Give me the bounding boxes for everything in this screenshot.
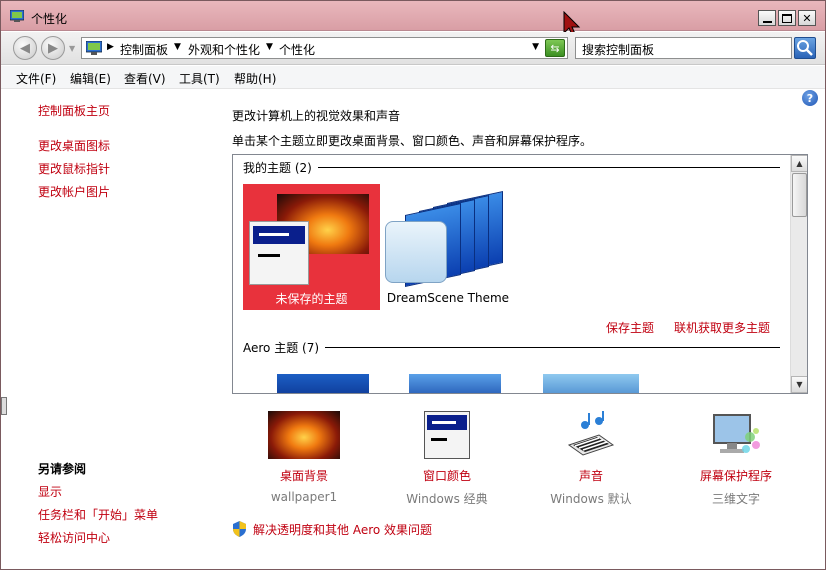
theme-name: DreamScene Theme	[386, 291, 510, 305]
theme-unsaved[interactable]: 未保存的主题	[243, 184, 380, 310]
forward-arrow-icon: ▶	[48, 40, 58, 56]
search-icon	[797, 40, 813, 56]
aero-troubleshoot-link[interactable]: 解决透明度和其他 Aero 效果问题	[253, 521, 432, 538]
title-bar[interactable]: 个性化 ✕	[1, 1, 825, 38]
control-panel-icon	[10, 10, 24, 22]
scroll-thumb[interactable]	[792, 173, 807, 217]
scroll-down-icon[interactable]: ▼	[791, 376, 807, 393]
screensaver-icon	[713, 414, 760, 453]
breadcrumb-separator-icon[interactable]: ▼	[266, 42, 273, 52]
theme-dreamscene[interactable]	[385, 189, 507, 289]
get-more-themes-link[interactable]: 联机获取更多主题	[674, 319, 770, 336]
display-link[interactable]: 显示	[38, 483, 62, 500]
aero-theme-thumbnail[interactable]	[409, 374, 501, 393]
page-heading: 更改计算机上的视觉效果和声音	[232, 109, 401, 123]
change-desktop-icons-link[interactable]: 更改桌面图标	[38, 137, 110, 154]
breadcrumb-appearance[interactable]: 外观和个性化	[188, 41, 260, 58]
close-icon: ✕	[802, 11, 812, 25]
close-button[interactable]: ✕	[798, 10, 816, 26]
menu-bar: 文件(F) 编辑(E) 查看(V) 工具(T) 帮助(H)	[1, 66, 825, 89]
shield-icon	[233, 521, 246, 537]
left-navigation-pane: 控制面板主页 更改桌面图标 更改鼠标指针 更改帐户图片 另请参阅 显示 任务栏和…	[1, 89, 223, 569]
address-dropdown-icon[interactable]: ▼	[532, 42, 539, 52]
forward-button[interactable]: ▶	[41, 36, 65, 60]
search-button[interactable]	[794, 37, 816, 59]
theme-gallery: 我的主题 (2) 未保存的主题 DreamScene Theme 保存主题 联机…	[232, 154, 808, 394]
aero-theme-thumbnail[interactable]	[543, 374, 639, 393]
control-panel-icon	[86, 41, 102, 55]
menu-help[interactable]: 帮助(H)	[234, 70, 276, 87]
aero-theme-thumbnail[interactable]	[277, 374, 369, 393]
maximize-button[interactable]	[778, 10, 796, 26]
sound-icon	[567, 411, 615, 456]
address-bar[interactable]: ▶ 控制面板 ▼ 外观和个性化 ▼ 个性化 ▼ ⇆	[81, 37, 568, 59]
breadcrumb-control-panel[interactable]: 控制面板	[120, 41, 168, 58]
change-mouse-pointers-link[interactable]: 更改鼠标指针	[38, 160, 110, 177]
option-value: wallpaper1	[270, 490, 338, 504]
change-account-picture-link[interactable]: 更改帐户图片	[38, 183, 110, 200]
navigation-bar: ◀ ▶ ▼ ▶ 控制面板 ▼ 外观和个性化 ▼ 个性化 ▼ ⇆ 搜索控制面板	[1, 32, 825, 65]
aero-themes-heading: Aero 主题 (7)	[243, 339, 326, 356]
search-input[interactable]: 搜索控制面板	[575, 37, 792, 59]
option-value: Windows 默认	[550, 492, 632, 506]
window-title: 个性化	[31, 12, 68, 26]
theme-gallery-scrollbar[interactable]: ▲ ▼	[790, 155, 807, 393]
option-label: 窗口颜色	[422, 469, 471, 483]
taskbar-start-menu-link[interactable]: 任务栏和「开始」菜单	[38, 506, 158, 523]
theme-name: 未保存的主题	[275, 292, 348, 306]
my-themes-heading: 我的主题 (2)	[243, 159, 318, 176]
option-label: 声音	[578, 469, 603, 483]
page-description: 单击某个主题立即更改桌面背景、窗口颜色、声音和屏幕保护程序。	[232, 134, 593, 148]
menu-tools[interactable]: 工具(T)	[179, 70, 220, 87]
option-label: 桌面背景	[279, 469, 328, 483]
option-value: 三维文字	[711, 492, 760, 506]
window-color-icon	[424, 411, 470, 459]
dreamscene-preview-icon	[385, 221, 447, 283]
back-arrow-icon: ◀	[20, 40, 30, 56]
breadcrumb-personalization[interactable]: 个性化	[279, 41, 315, 58]
menu-file[interactable]: 文件(F)	[16, 70, 56, 87]
breadcrumb-separator-icon[interactable]: ▶	[107, 42, 114, 52]
window-color-option[interactable]: 窗口颜色 Windows 经典	[372, 411, 522, 507]
menu-view[interactable]: 查看(V)	[124, 70, 166, 87]
sound-option[interactable]: 声音 Windows 默认	[516, 411, 666, 507]
menu-edit[interactable]: 编辑(E)	[70, 70, 111, 87]
option-value: Windows 经典	[406, 492, 488, 506]
refresh-button[interactable]: ⇆	[545, 39, 565, 57]
screensaver-option[interactable]: 屏幕保护程序 三维文字	[661, 411, 811, 507]
see-also-heading: 另请参阅	[38, 462, 87, 476]
scroll-up-icon[interactable]: ▲	[791, 155, 807, 172]
group-divider	[243, 167, 780, 168]
refresh-icon: ⇆	[550, 41, 560, 55]
minimize-button[interactable]	[758, 10, 776, 26]
option-label: 屏幕保护程序	[699, 469, 772, 483]
wallpaper-icon	[268, 411, 340, 459]
ease-of-access-link[interactable]: 轻松访问中心	[38, 529, 110, 546]
personalization-window: 个性化 ✕ ◀ ▶ ▼ ▶ 控制面板 ▼ 外观和个性化 ▼ 个性化 ▼ ⇆ 搜索…	[0, 0, 826, 570]
save-theme-link[interactable]: 保存主题	[606, 319, 654, 336]
back-button[interactable]: ◀	[13, 36, 37, 60]
control-panel-home-link[interactable]: 控制面板主页	[38, 102, 110, 119]
breadcrumb-separator-icon[interactable]: ▼	[174, 42, 181, 52]
recent-pages-dropdown-icon[interactable]: ▼	[69, 44, 75, 53]
help-icon[interactable]: ?	[802, 90, 818, 106]
resize-grip[interactable]	[1, 397, 7, 415]
maximize-icon	[782, 13, 792, 23]
minimize-icon	[762, 20, 772, 23]
desktop-background-option[interactable]: 桌面背景 wallpaper1	[229, 411, 379, 504]
window-color-thumbnail	[249, 221, 309, 285]
